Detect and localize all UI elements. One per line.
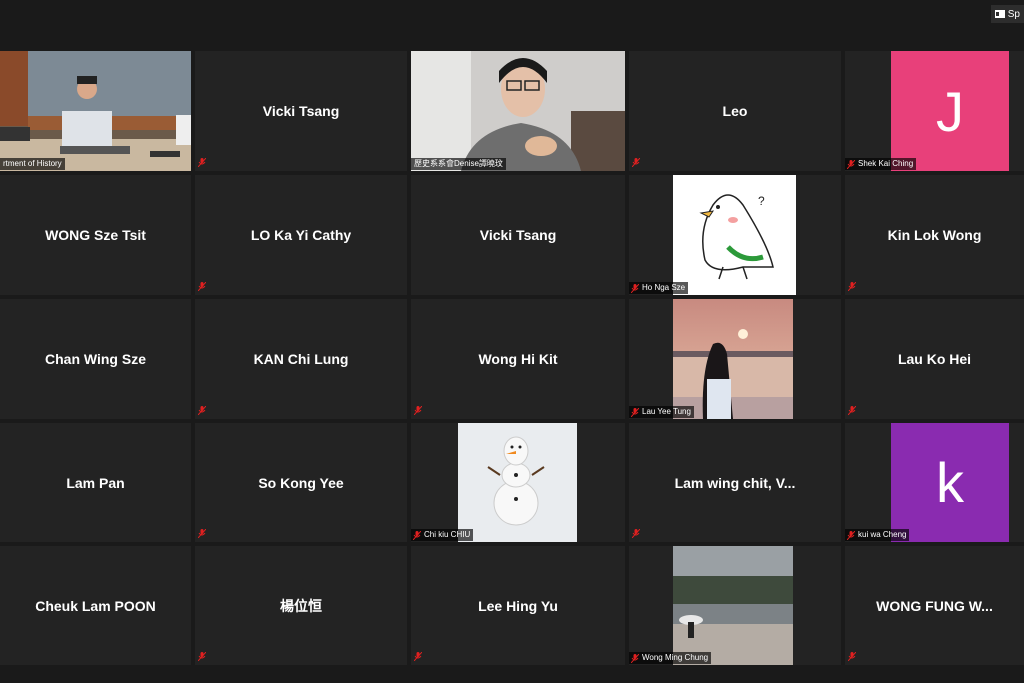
microphone-muted-icon — [631, 654, 639, 663]
participant-name-label: kui wa Cheng — [845, 529, 910, 541]
microphone-muted-icon — [198, 282, 206, 291]
participant-tile[interactable]: Wong Ming Chung — [629, 546, 841, 665]
participant-name: Vicki Tsang — [479, 227, 557, 243]
participant-name: 楊位恒 — [280, 597, 322, 614]
participant-name: KAN Chi Lung — [253, 351, 349, 367]
participant-tile[interactable]: Kin Lok Wong — [845, 175, 1024, 295]
participant-name: WONG Sze Tsit — [45, 227, 146, 243]
microphone-muted-icon — [413, 531, 421, 540]
participant-name-label: Chi kiu CHIU — [411, 529, 474, 541]
participant-tile[interactable]: Chan Wing Sze — [0, 299, 191, 419]
participant-tile[interactable]: Lam wing chit, V... — [629, 423, 841, 542]
participant-name: Lam wing chit, V... — [674, 474, 796, 491]
participant-name: Lau Ko Hei — [897, 351, 972, 367]
participant-video — [0, 51, 191, 171]
microphone-muted-icon — [198, 158, 206, 167]
participant-tile[interactable]: 楊位恒 — [195, 546, 407, 665]
microphone-muted-icon — [198, 652, 206, 661]
participant-tile[interactable]: Lam Pan — [0, 423, 191, 542]
participant-video — [411, 51, 625, 171]
microphone-muted-icon — [848, 652, 856, 661]
speaker-view-icon — [994, 10, 1005, 18]
participant-name: Vicki Tsang — [262, 103, 340, 119]
sunset-photo — [673, 299, 793, 419]
participant-tile[interactable]: J Shek Kai Ching — [845, 51, 1024, 171]
participant-name: Wong Ming Chung — [642, 653, 709, 662]
participant-tile[interactable]: Lau Yee Tung — [629, 299, 841, 419]
participant-tile[interactable]: WONG FUNG W... — [845, 546, 1024, 665]
participant-name: Ho Nga Sze — [642, 283, 686, 292]
microphone-muted-icon — [632, 158, 640, 167]
microphone-muted-icon — [632, 529, 640, 538]
speaker-view-label: Sp — [1007, 8, 1020, 20]
avatar: k — [891, 423, 1009, 542]
bird-avatar-image: ? — [673, 175, 796, 295]
participant-tile[interactable]: So Kong Yee — [195, 423, 407, 542]
participant-name: LO Ka Yi Cathy — [250, 227, 352, 243]
participant-tile[interactable]: WONG Sze Tsit — [0, 175, 191, 295]
microphone-muted-icon — [414, 406, 422, 415]
participant-tile[interactable]: Leo — [629, 51, 841, 171]
participant-name-label: Lau Yee Tung — [629, 406, 694, 418]
microphone-muted-icon — [847, 531, 855, 540]
top-bar: Sp — [0, 0, 1024, 50]
microphone-muted-icon — [848, 282, 856, 291]
microphone-muted-icon — [848, 406, 856, 415]
participant-tile[interactable]: Lee Hing Yu — [411, 546, 625, 665]
participant-tile[interactable]: LO Ka Yi Cathy — [195, 175, 407, 295]
active-speaker-tile[interactable]: 歷史系系會Denise譚曉玟 — [411, 51, 625, 171]
participant-tile[interactable]: k kui wa Cheng — [845, 423, 1024, 542]
participant-name-label: Shek Kai Ching — [845, 158, 917, 170]
participant-name: Chan Wing Sze — [45, 351, 146, 367]
participant-tile[interactable]: Chi kiu CHIU — [411, 423, 625, 542]
participant-tile[interactable]: Wong Hi Kit — [411, 299, 625, 419]
participant-name: Shek Kai Ching — [858, 159, 914, 168]
participant-tile[interactable]: Cheuk Lam POON — [0, 546, 191, 665]
participant-name: Lee Hing Yu — [478, 597, 558, 614]
participant-name-label: rtment of History — [0, 158, 65, 170]
svg-text:?: ? — [758, 194, 765, 208]
participant-tile[interactable]: ? Ho Nga Sze — [629, 175, 841, 295]
avatar: J — [891, 51, 1009, 171]
microphone-muted-icon — [414, 652, 422, 661]
participant-tile[interactable]: Lau Ko Hei — [845, 299, 1024, 419]
participant-name: Chi kiu CHIU — [424, 530, 471, 539]
participant-tile[interactable]: rtment of History — [0, 51, 191, 171]
participant-name: Lam Pan — [66, 474, 125, 491]
participant-name: Leo — [722, 103, 748, 119]
speaker-view-button[interactable]: Sp — [990, 5, 1024, 23]
snowman-avatar-image — [458, 423, 577, 542]
participant-name: Lau Yee Tung — [642, 407, 691, 416]
participant-name-label: Ho Nga Sze — [629, 282, 689, 294]
participant-tile[interactable]: KAN Chi Lung — [195, 299, 407, 419]
participant-name: Cheuk Lam POON — [35, 597, 156, 614]
microphone-muted-icon — [847, 160, 855, 169]
riverside-photo — [673, 546, 793, 665]
participant-name: Kin Lok Wong — [887, 227, 982, 243]
participant-tile[interactable]: Vicki Tsang — [411, 175, 625, 295]
participant-name: So Kong Yee — [258, 474, 344, 491]
microphone-muted-icon — [198, 529, 206, 538]
participant-name-label: Wong Ming Chung — [629, 652, 712, 664]
microphone-muted-icon — [631, 284, 639, 293]
microphone-muted-icon — [631, 408, 639, 417]
participant-name: WONG FUNG W... — [876, 597, 993, 614]
microphone-muted-icon — [198, 406, 206, 415]
participant-name-label: 歷史系系會Denise譚曉玟 — [411, 158, 506, 170]
participant-name: kui wa Cheng — [858, 530, 907, 539]
participant-name: Wong Hi Kit — [478, 351, 558, 367]
participant-tile[interactable]: Vicki Tsang — [195, 51, 407, 171]
